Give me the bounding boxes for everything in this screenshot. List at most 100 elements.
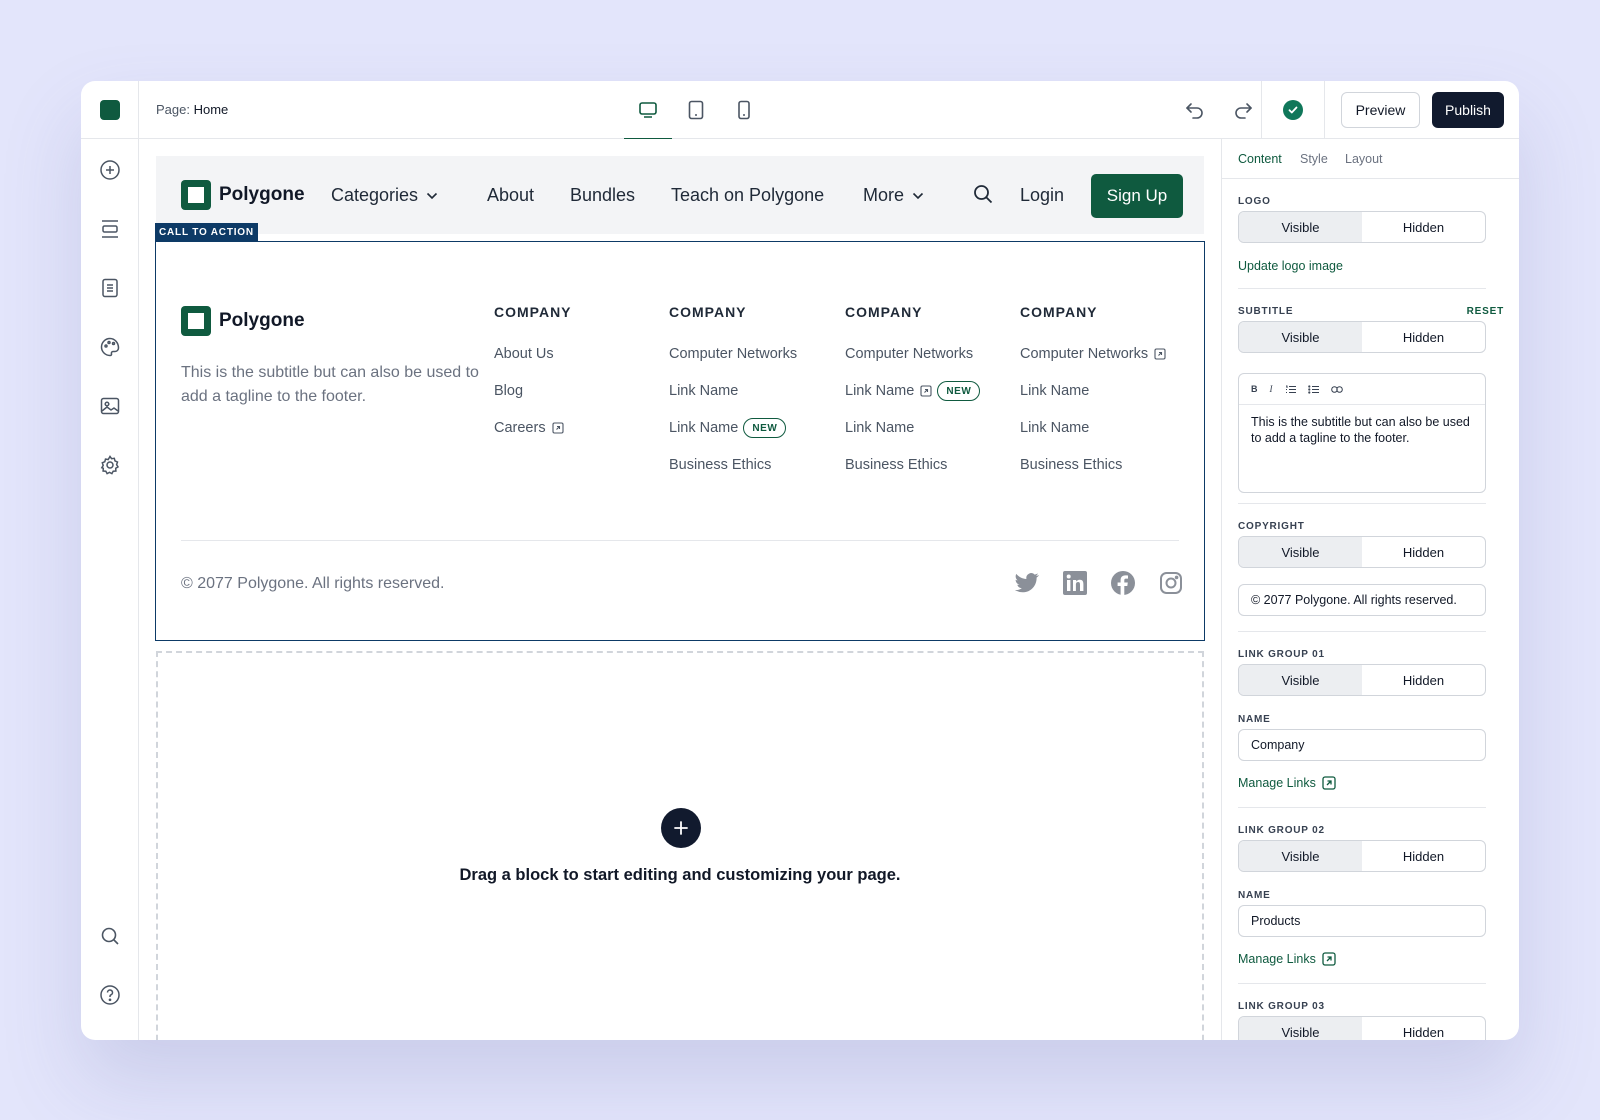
nav-login[interactable]: Login xyxy=(1020,185,1064,206)
settings-icon xyxy=(100,455,120,475)
copyright-visible-option[interactable]: Visible xyxy=(1239,537,1362,567)
theme-button[interactable] xyxy=(98,335,122,359)
sections-icon xyxy=(102,220,118,238)
link-icon[interactable] xyxy=(1330,385,1343,393)
footer-link[interactable]: About Us xyxy=(494,345,572,363)
ordered-list-icon[interactable] xyxy=(1285,385,1296,394)
preview-button[interactable]: Preview xyxy=(1341,92,1420,128)
tab-content[interactable]: Content xyxy=(1238,152,1282,166)
link-group-03-visibility-toggle: Visible Hidden xyxy=(1238,1016,1486,1040)
logo-visible-option[interactable]: Visible xyxy=(1239,212,1362,242)
footer-link[interactable]: Link Name xyxy=(1020,419,1166,437)
footer-link[interactable]: Computer Networks xyxy=(845,345,980,363)
link-group-02-visible-option[interactable]: Visible xyxy=(1239,841,1362,871)
new-badge: NEW xyxy=(743,418,787,438)
tool-rail xyxy=(81,139,139,1040)
tab-layout[interactable]: Layout xyxy=(1345,152,1383,166)
redo-button[interactable] xyxy=(1219,81,1267,139)
settings-button[interactable] xyxy=(98,453,122,477)
publish-button[interactable]: Publish xyxy=(1432,92,1504,128)
link-group-01-hidden-option[interactable]: Hidden xyxy=(1362,665,1485,695)
link-group-03-visible-option[interactable]: Visible xyxy=(1239,1017,1362,1040)
pages-button[interactable] xyxy=(98,276,122,300)
footer-link[interactable]: Computer Networks xyxy=(1020,345,1166,363)
tablet-icon xyxy=(688,100,704,120)
external-link-icon xyxy=(1322,952,1336,966)
subtitle-visible-option[interactable]: Visible xyxy=(1239,322,1362,352)
help-button[interactable] xyxy=(98,983,122,1007)
link-group-03-hidden-option[interactable]: Hidden xyxy=(1362,1017,1485,1040)
undo-button[interactable] xyxy=(1171,81,1219,139)
block-dropzone[interactable]: Drag a block to start editing and custom… xyxy=(156,651,1204,1040)
add-block-button[interactable] xyxy=(661,808,701,848)
tablet-view-button[interactable] xyxy=(672,81,720,139)
subtitle-editor[interactable]: B I This is the subtitle but can also be… xyxy=(1238,373,1486,493)
page-indicator[interactable]: Page: Home xyxy=(156,102,228,117)
manage-links-01[interactable]: Manage Links xyxy=(1238,776,1336,790)
nav-about[interactable]: About xyxy=(487,185,534,206)
footer-link[interactable]: Link Name NEW xyxy=(669,418,797,438)
sections-button[interactable] xyxy=(98,217,122,241)
subtitle-visibility-toggle: Visible Hidden xyxy=(1238,321,1486,353)
redo-icon xyxy=(1235,103,1252,119)
panel-divider xyxy=(1238,503,1486,504)
subtitle-hidden-option[interactable]: Hidden xyxy=(1362,322,1485,352)
link-group-02-visibility-toggle: Visible Hidden xyxy=(1238,840,1486,872)
footer-link[interactable]: Business Ethics xyxy=(1020,456,1166,474)
footer-link[interactable]: Blog xyxy=(494,382,572,400)
bold-icon[interactable]: B xyxy=(1251,384,1258,394)
footer-subtitle: This is the subtitle but can also be use… xyxy=(181,364,479,405)
link-group-02-hidden-option[interactable]: Hidden xyxy=(1362,841,1485,871)
logo-hidden-option[interactable]: Hidden xyxy=(1362,212,1485,242)
footer-link[interactable]: Link Name xyxy=(1020,382,1166,400)
nav-bundles[interactable]: Bundles xyxy=(570,185,635,206)
footer-link[interactable]: Careers xyxy=(494,419,572,437)
nav-search[interactable] xyxy=(965,184,993,204)
page-name: Home xyxy=(193,102,229,117)
footer-link[interactable]: Computer Networks xyxy=(669,345,797,363)
media-button[interactable] xyxy=(98,394,122,418)
logo-visibility-toggle: Visible Hidden xyxy=(1238,211,1486,243)
italic-icon[interactable]: I xyxy=(1270,384,1273,394)
footer-link[interactable]: Link Name xyxy=(669,382,797,400)
dropzone-hint: Drag a block to start editing and custom… xyxy=(459,866,901,884)
nav-more[interactable]: More xyxy=(863,185,924,206)
sign-up-button[interactable]: Sign Up xyxy=(1091,174,1183,218)
facebook-icon[interactable] xyxy=(1110,570,1135,595)
desktop-icon xyxy=(639,102,657,118)
mobile-view-button[interactable] xyxy=(720,81,768,139)
link-group-01-visible-option[interactable]: Visible xyxy=(1239,665,1362,695)
add-block-button[interactable] xyxy=(98,158,122,182)
footer-link[interactable]: Business Ethics xyxy=(845,456,980,474)
footer-link[interactable]: Link Name NEW xyxy=(845,381,981,401)
bullet-list-icon[interactable] xyxy=(1307,384,1319,394)
app-logo[interactable] xyxy=(81,81,139,139)
update-logo-link[interactable]: Update logo image xyxy=(1238,259,1343,273)
copyright-input[interactable]: © 2077 Polygone. All rights reserved. xyxy=(1238,584,1486,616)
footer-link-label: Business Ethics xyxy=(1020,457,1123,473)
footer-link[interactable]: Business Ethics xyxy=(669,456,797,474)
nav-teach[interactable]: Teach on Polygone xyxy=(671,185,824,206)
manage-links-label: Manage Links xyxy=(1238,776,1316,790)
device-switcher xyxy=(624,81,768,140)
twitter-icon[interactable] xyxy=(1014,570,1039,595)
tab-style[interactable]: Style xyxy=(1300,152,1328,166)
instagram-icon[interactable] xyxy=(1158,570,1183,595)
footer-block[interactable]: Polygone This is the subtitle but can al… xyxy=(155,241,1205,641)
linkedin-icon[interactable] xyxy=(1062,570,1087,595)
subtitle-reset-button[interactable]: RESET xyxy=(1467,306,1504,317)
plus-icon xyxy=(674,821,688,835)
subtitle-editor-text[interactable]: This is the subtitle but can also be use… xyxy=(1239,405,1485,455)
manage-links-02[interactable]: Manage Links xyxy=(1238,952,1336,966)
link-group-02-name-input[interactable]: Products xyxy=(1238,905,1486,937)
site-navbar[interactable]: Polygone Categories About Bundles Teach … xyxy=(156,156,1204,234)
nav-categories[interactable]: Categories xyxy=(331,185,438,206)
link-group-02-name-label: NAME xyxy=(1238,890,1271,901)
site-brand[interactable]: Polygone xyxy=(181,180,305,210)
search-button[interactable] xyxy=(98,924,122,948)
footer-column: COMPANY About Us Blog Careers xyxy=(494,304,572,437)
link-group-01-name-input[interactable]: Company xyxy=(1238,729,1486,761)
desktop-view-button[interactable] xyxy=(624,81,672,140)
copyright-hidden-option[interactable]: Hidden xyxy=(1362,537,1485,567)
footer-link[interactable]: Link Name xyxy=(845,419,980,437)
